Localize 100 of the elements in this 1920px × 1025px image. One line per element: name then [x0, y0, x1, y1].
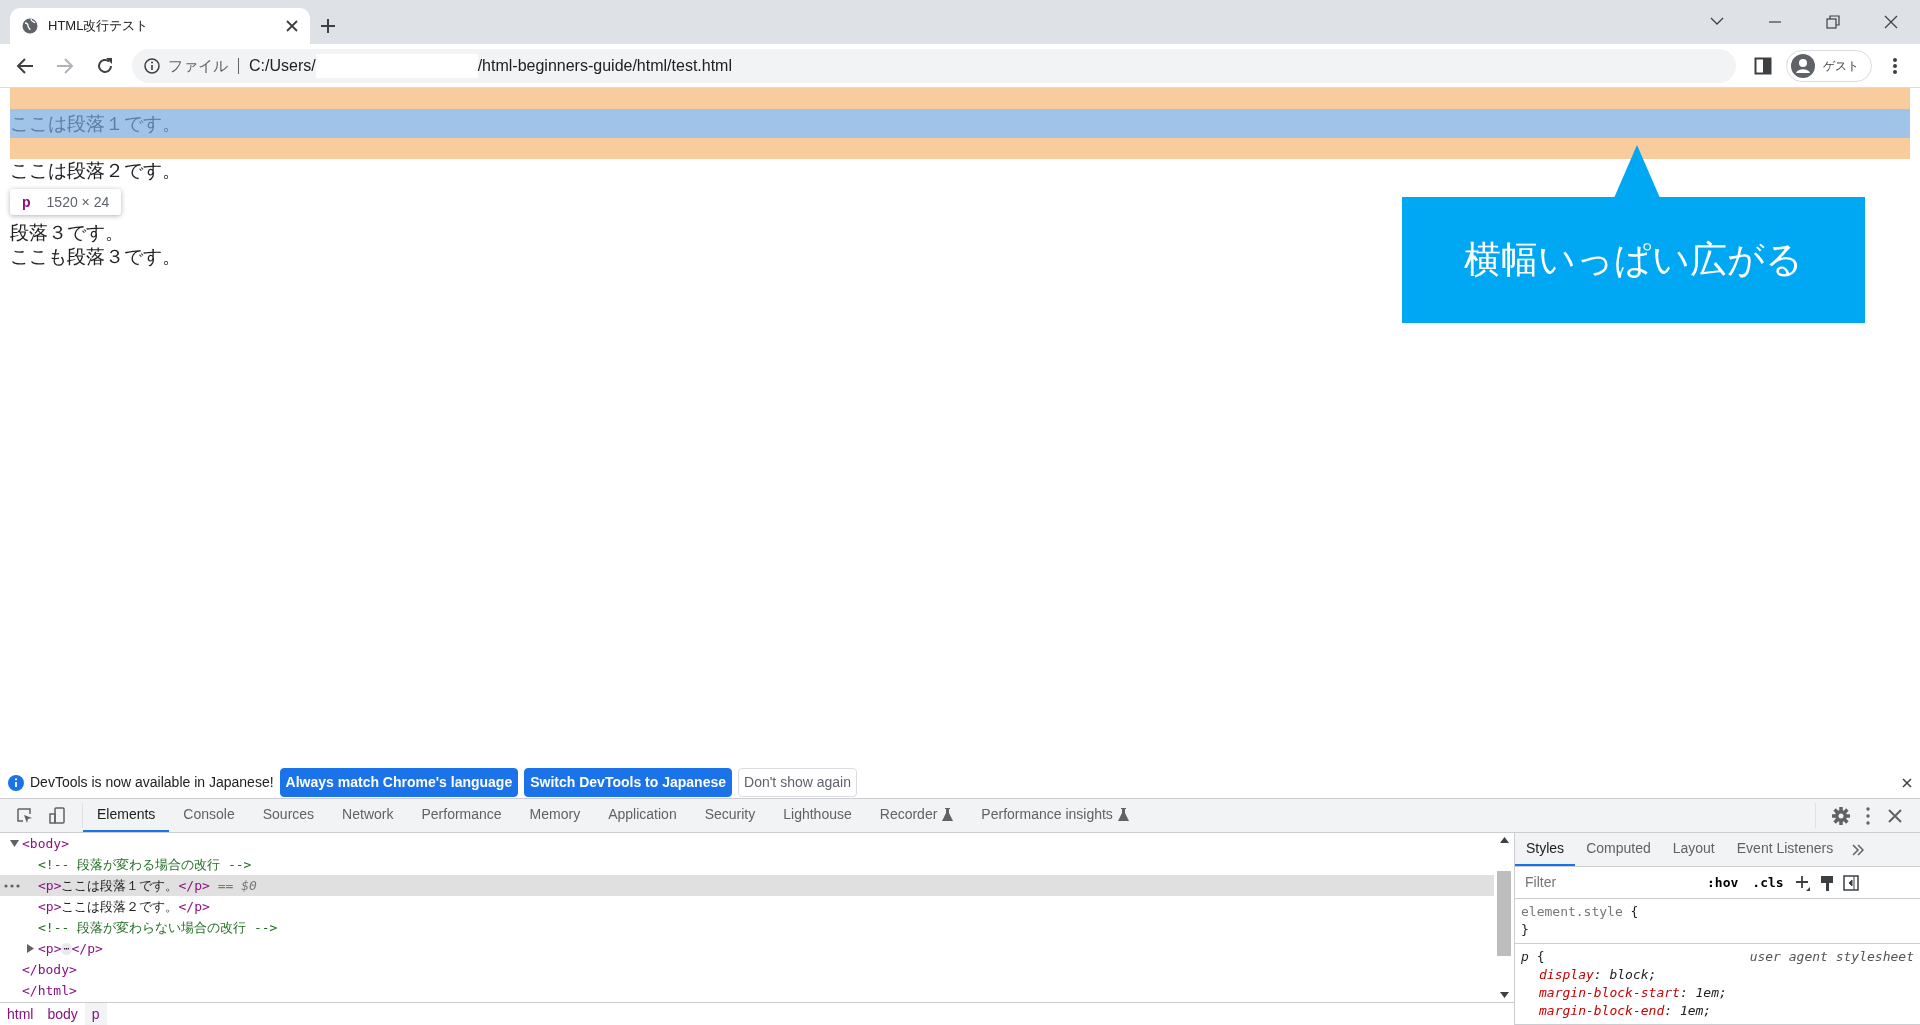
css-brace: { [1630, 904, 1639, 919]
scroll-up-icon[interactable] [1499, 837, 1509, 843]
close-icon [1886, 806, 1904, 825]
device-icon [49, 807, 66, 824]
info-icon [8, 774, 24, 791]
styles-tab[interactable]: Event Listeners [1725, 833, 1845, 866]
paragraph-text: ここは段落２です。 [10, 159, 181, 183]
browser-tab[interactable]: HTML改行テスト [10, 8, 310, 44]
devtools-tab[interactable]: Sources [248, 799, 329, 832]
css-brace: } [1521, 921, 1530, 939]
css-brace: { [1536, 949, 1545, 964]
close-icon [1884, 15, 1898, 29]
infobar-button[interactable]: Switch DevTools to Japanese [524, 768, 732, 797]
avatar-icon [1791, 53, 1815, 78]
paragraph-text: 段落３です。 [10, 221, 124, 245]
inspect-button[interactable] [16, 807, 33, 824]
cls-button[interactable]: .cls [1749, 872, 1787, 893]
css-colon: : [1664, 1003, 1673, 1018]
styles-tab[interactable]: Styles [1515, 833, 1576, 866]
close-infobar-button[interactable] [1902, 777, 1912, 788]
html-comment: <!-- 段落が変わる場合の改行 --> [38, 855, 252, 874]
devtools-tab[interactable]: Elements [83, 799, 170, 832]
css-property-value: 1em; [1679, 1003, 1712, 1018]
breadcrumb[interactable]: p [84, 1003, 107, 1025]
infobar-button[interactable]: Don't show again [738, 768, 857, 797]
html-tag: </html> [22, 979, 77, 1002]
html-tag: </p> [178, 874, 210, 897]
breadcrumb[interactable]: body [40, 1003, 85, 1025]
tab-title: HTML改行テスト [48, 17, 150, 36]
html-tag: </p> [71, 937, 103, 960]
profile-button[interactable]: ゲスト [1786, 49, 1872, 82]
scroll-down-icon[interactable] [1499, 992, 1509, 998]
devtools-tab[interactable]: Memory [515, 799, 595, 832]
devtools-tab[interactable]: Performance insights [967, 799, 1143, 832]
address-bar[interactable]: ファイル C:/Users/ /html-beginners-guide/html/test.html [132, 48, 1736, 83]
forward-arrow-icon [56, 56, 74, 75]
devtools-tab[interactable]: Security [690, 799, 770, 832]
css-property-value: block; [1609, 967, 1657, 982]
globe-icon [22, 18, 38, 34]
url-text: C:/Users/ [249, 55, 316, 76]
hov-button[interactable]: :hov [1704, 872, 1742, 893]
css-property-name: display [1539, 967, 1594, 982]
devtools-tab[interactable]: Performance [407, 799, 516, 832]
double-chevron-icon [1852, 843, 1865, 856]
more-button[interactable] [1866, 806, 1870, 825]
ellipsis-badge[interactable]: ⋯ [61, 942, 72, 955]
toggle-sidebar-button[interactable] [1842, 874, 1859, 891]
paragraph-text: ここも段落３です。 [10, 245, 181, 269]
devtools-tab[interactable]: Console [169, 799, 249, 832]
device-toolbar-button[interactable] [49, 807, 66, 824]
reload-icon [96, 56, 114, 75]
format-button[interactable] [1818, 874, 1835, 891]
html-tag: </p> [178, 895, 210, 918]
more-dots-icon [4, 883, 20, 888]
rule-origin: user agent stylesheet [1749, 948, 1914, 966]
close-tab-button[interactable] [286, 20, 298, 32]
side-panel-icon [1754, 56, 1772, 75]
breadcrumb[interactable]: html [0, 1003, 41, 1025]
tooltip-tag: p [22, 192, 31, 212]
sidebar-toggle-icon [1842, 874, 1859, 891]
css-selector: element.style [1521, 904, 1623, 919]
new-rule-button[interactable] [1794, 874, 1811, 891]
devtools-tab[interactable]: Application [594, 799, 691, 832]
kebab-menu-icon [1866, 806, 1870, 825]
settings-icon [1832, 806, 1850, 825]
close-devtools-button[interactable] [1886, 806, 1904, 825]
paragraph-text: ここは段落１です。 [10, 112, 182, 136]
close-icon [1902, 777, 1912, 788]
tooltip-size: 1520 × 24 [46, 193, 110, 212]
infobar-button[interactable]: Always match Chrome's language [279, 768, 519, 797]
html-tag: <body> [22, 833, 69, 855]
node-text: ここは段落１です。 [61, 876, 179, 895]
html-tag: <p> [38, 895, 62, 918]
scheme-label: ファイル [160, 57, 239, 74]
expanded-triangle-icon[interactable] [10, 839, 19, 848]
settings-button[interactable] [1832, 806, 1850, 825]
kebab-menu-icon [1893, 57, 1897, 74]
url-text: /html-beginners-guide/html/test.html [477, 55, 732, 76]
styles-tab[interactable]: Layout [1661, 833, 1726, 866]
restore-icon [1826, 15, 1840, 29]
node-text: ここは段落２です。 [61, 897, 179, 916]
styles-tab[interactable]: Computed [1575, 833, 1662, 866]
inspect-icon [16, 807, 33, 824]
css-property-value: 1em; [1695, 985, 1727, 1000]
dollar-zero-hint: == $0 [217, 876, 257, 895]
css-colon: : [1679, 985, 1688, 1000]
devtools-tab[interactable]: Lighthouse [769, 799, 866, 832]
plus-icon [1794, 874, 1811, 891]
devtools-tab[interactable]: Recorder [865, 799, 968, 832]
css-selector: p [1521, 949, 1529, 964]
collapsed-triangle-icon[interactable] [26, 944, 35, 953]
close-icon [286, 20, 298, 32]
scrollbar-thumb[interactable] [1497, 871, 1511, 956]
css-property-name: margin-block-start [1539, 985, 1680, 1000]
devtools-tab[interactable]: Network [328, 799, 408, 832]
paint-roller-icon [1818, 874, 1835, 891]
html-tag: </body> [22, 958, 77, 981]
plus-icon [321, 19, 335, 33]
css-property-name: margin-block-end [1539, 1003, 1665, 1018]
callout-label: 横幅いっぱい広がる [1402, 197, 1865, 323]
